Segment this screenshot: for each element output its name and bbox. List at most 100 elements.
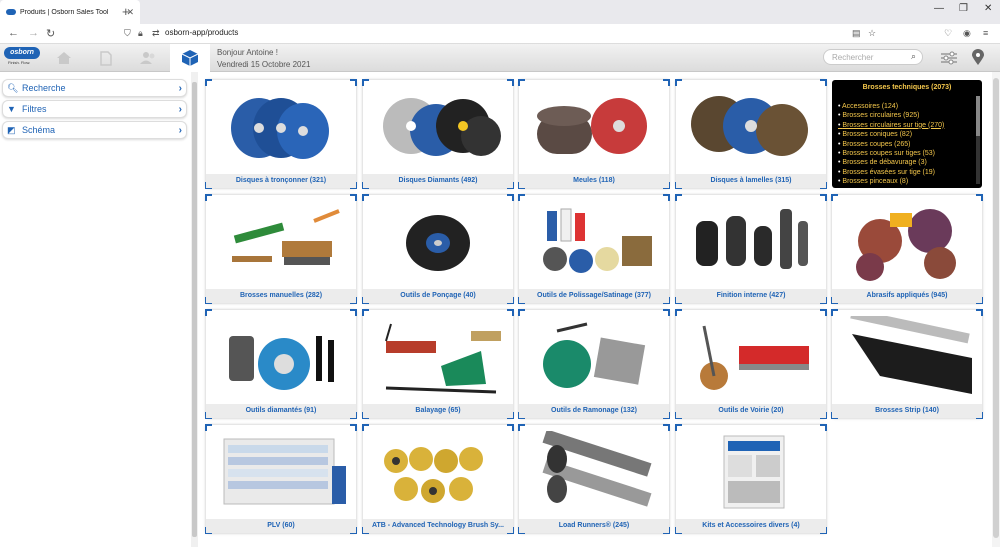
tech-brushes-link[interactable]: Brosses de débavurage (3): [838, 158, 944, 167]
product-card-runners[interactable]: Load Runners® (245): [518, 424, 670, 534]
product-image[interactable]: [684, 86, 818, 168]
product-card-polish[interactable]: Outils de Polissage/Satinage (377): [518, 194, 670, 304]
product-image[interactable]: [840, 201, 974, 283]
product-card-label[interactable]: Brosses Strip (140): [832, 404, 982, 418]
product-image[interactable]: [684, 431, 818, 513]
product-card-label[interactable]: Outils de Ramonage (132): [519, 404, 669, 418]
product-image[interactable]: [371, 316, 505, 398]
product-card-label[interactable]: Balayage (65): [363, 404, 513, 418]
tech-brushes-link[interactable]: Accessoires (124): [838, 102, 944, 111]
product-card-chimney[interactable]: Outils de Ramonage (132): [518, 309, 670, 419]
product-card-label[interactable]: Outils de Voirie (20): [676, 404, 826, 418]
product-card-atb[interactable]: ATB - Advanced Technology Brush Sy...: [362, 424, 514, 534]
product-card-diamond-tools[interactable]: Outils diamantés (91): [205, 309, 357, 419]
tech-brushes-link[interactable]: Brosses circulaires (925): [838, 111, 944, 120]
tech-brushes-link[interactable]: Brosses pinceaux (8): [838, 177, 944, 186]
documents-nav-button[interactable]: [86, 44, 126, 72]
product-image[interactable]: [527, 316, 661, 398]
product-image[interactable]: [371, 201, 505, 283]
product-image[interactable]: [840, 316, 974, 398]
bookmark-star-icon[interactable]: ☆: [868, 28, 876, 39]
product-card-label[interactable]: Outils de Ponçage (40): [363, 289, 513, 303]
tech-brushes-link[interactable]: Brosses évasées sur tige (19): [838, 168, 944, 177]
product-card-kits[interactable]: Kits et Accessoires divers (4): [675, 424, 827, 534]
pocket-icon[interactable]: ♡: [944, 28, 952, 39]
product-card-label[interactable]: PLV (60): [206, 519, 356, 533]
browser-tab[interactable]: Produits | Osborn Sales Tool ✕: [0, 0, 140, 24]
location-pin-icon[interactable]: [972, 49, 984, 66]
product-card-label[interactable]: Finition interne (427): [676, 289, 826, 303]
product-image[interactable]: [214, 431, 348, 513]
address-bar[interactable]: osborn-app/products: [165, 28, 238, 37]
product-image[interactable]: [684, 316, 818, 398]
close-window-icon[interactable]: ✕: [984, 3, 992, 14]
product-card-road[interactable]: Outils de Voirie (20): [675, 309, 827, 419]
product-card-label[interactable]: Load Runners® (245): [519, 519, 669, 533]
menu-icon[interactable]: ≡: [983, 28, 988, 38]
product-image[interactable]: [684, 201, 818, 283]
product-card-discs-diamond[interactable]: Disques Diamants (492): [362, 79, 514, 189]
product-card-label[interactable]: Outils de Polissage/Satinage (377): [519, 289, 669, 303]
home-nav-button[interactable]: [44, 44, 84, 72]
product-card-display[interactable]: PLV (60): [205, 424, 357, 534]
product-card-sanding[interactable]: Outils de Ponçage (40): [362, 194, 514, 304]
tech-brushes-panel[interactable]: Brosses techniques (2073) Accessoires (1…: [832, 80, 982, 188]
page-scrollbar-thumb[interactable]: [993, 78, 999, 538]
product-image[interactable]: [214, 86, 348, 168]
product-card-label[interactable]: Outils diamantés (91): [206, 404, 356, 418]
product-card-label[interactable]: Disques Diamants (492): [363, 174, 513, 188]
reload-icon[interactable]: ↻: [46, 27, 55, 40]
settings-sliders-icon[interactable]: [940, 50, 958, 66]
sidebar: 🔍︎ Recherche › ▼ Filtres › ◩ Schéma ›: [0, 72, 198, 547]
permissions-icon[interactable]: ⇄: [152, 28, 160, 39]
product-card-internal[interactable]: Finition interne (427): [675, 194, 827, 304]
product-card-strip[interactable]: Brosses Strip (140): [831, 309, 983, 419]
product-image[interactable]: [527, 201, 661, 283]
shield-icon[interactable]: ⛉: [124, 28, 131, 39]
product-image[interactable]: [527, 431, 661, 513]
osborn-logo[interactable]: osborn Finish. Flow.: [4, 47, 40, 69]
products-nav-button[interactable]: [170, 44, 210, 72]
tech-brushes-link[interactable]: Brosses coupes (265): [838, 140, 944, 149]
product-image[interactable]: [214, 316, 348, 398]
tech-brushes-link[interactable]: Brosses coupes sur tiges (53): [838, 149, 944, 158]
product-card-label[interactable]: Meules (118): [519, 174, 669, 188]
product-card-label[interactable]: Disques à tronçonner (321): [206, 174, 356, 188]
forward-icon[interactable]: →: [28, 27, 39, 39]
account-icon[interactable]: ◉: [963, 28, 971, 39]
product-image[interactable]: [371, 86, 505, 168]
minimize-icon[interactable]: —: [934, 3, 944, 14]
product-image[interactable]: [371, 431, 505, 513]
product-image[interactable]: [214, 201, 348, 283]
product-card-label[interactable]: ATB - Advanced Technology Brush Sy...: [363, 519, 513, 533]
sidebar-item-filtres[interactable]: ▼ Filtres ›: [2, 100, 187, 118]
card-corner: [362, 79, 369, 86]
product-card-label[interactable]: Abrasifs appliqués (945): [832, 289, 982, 303]
search-input[interactable]: Rechercher ⌕: [823, 49, 923, 65]
tech-brushes-scrollbar[interactable]: [976, 96, 980, 184]
product-card-wheels[interactable]: Meules (118): [518, 79, 670, 189]
tech-brushes-link[interactable]: Brosses circulaires sur tige (270): [838, 121, 944, 130]
sidebar-item-schema[interactable]: ◩ Schéma ›: [2, 121, 187, 139]
page-scrollbar[interactable]: [992, 72, 1000, 547]
back-icon[interactable]: ←: [8, 27, 19, 39]
product-card-label[interactable]: Kits et Accessoires divers (4): [676, 519, 826, 533]
product-card-abrasives[interactable]: Abrasifs appliqués (945): [831, 194, 983, 304]
product-image[interactable]: [527, 86, 661, 168]
sidebar-scrollbar[interactable]: [191, 72, 198, 547]
product-card-label[interactable]: Disques à lamelles (315): [676, 174, 826, 188]
sidebar-item-recherche[interactable]: 🔍︎ Recherche ›: [2, 79, 187, 97]
product-card-flap[interactable]: Disques à lamelles (315): [675, 79, 827, 189]
new-tab-button[interactable]: +: [122, 4, 130, 19]
product-card-sweeping[interactable]: Balayage (65): [362, 309, 514, 419]
lock-icon[interactable]: 🔒︎: [138, 28, 143, 39]
tech-brushes-link[interactable]: Brosses coniques (82): [838, 130, 944, 139]
product-card-label[interactable]: Brosses manuelles (282): [206, 289, 356, 303]
product-card-discs-blue[interactable]: Disques à tronçonner (321): [205, 79, 357, 189]
scrollbar-thumb[interactable]: [192, 82, 197, 537]
reader-icon[interactable]: ▤: [852, 28, 861, 39]
customers-nav-button[interactable]: [128, 44, 168, 72]
product-card-hand[interactable]: Brosses manuelles (282): [205, 194, 357, 304]
search-icon[interactable]: ⌕: [911, 51, 916, 62]
maximize-icon[interactable]: ❐: [959, 3, 968, 14]
